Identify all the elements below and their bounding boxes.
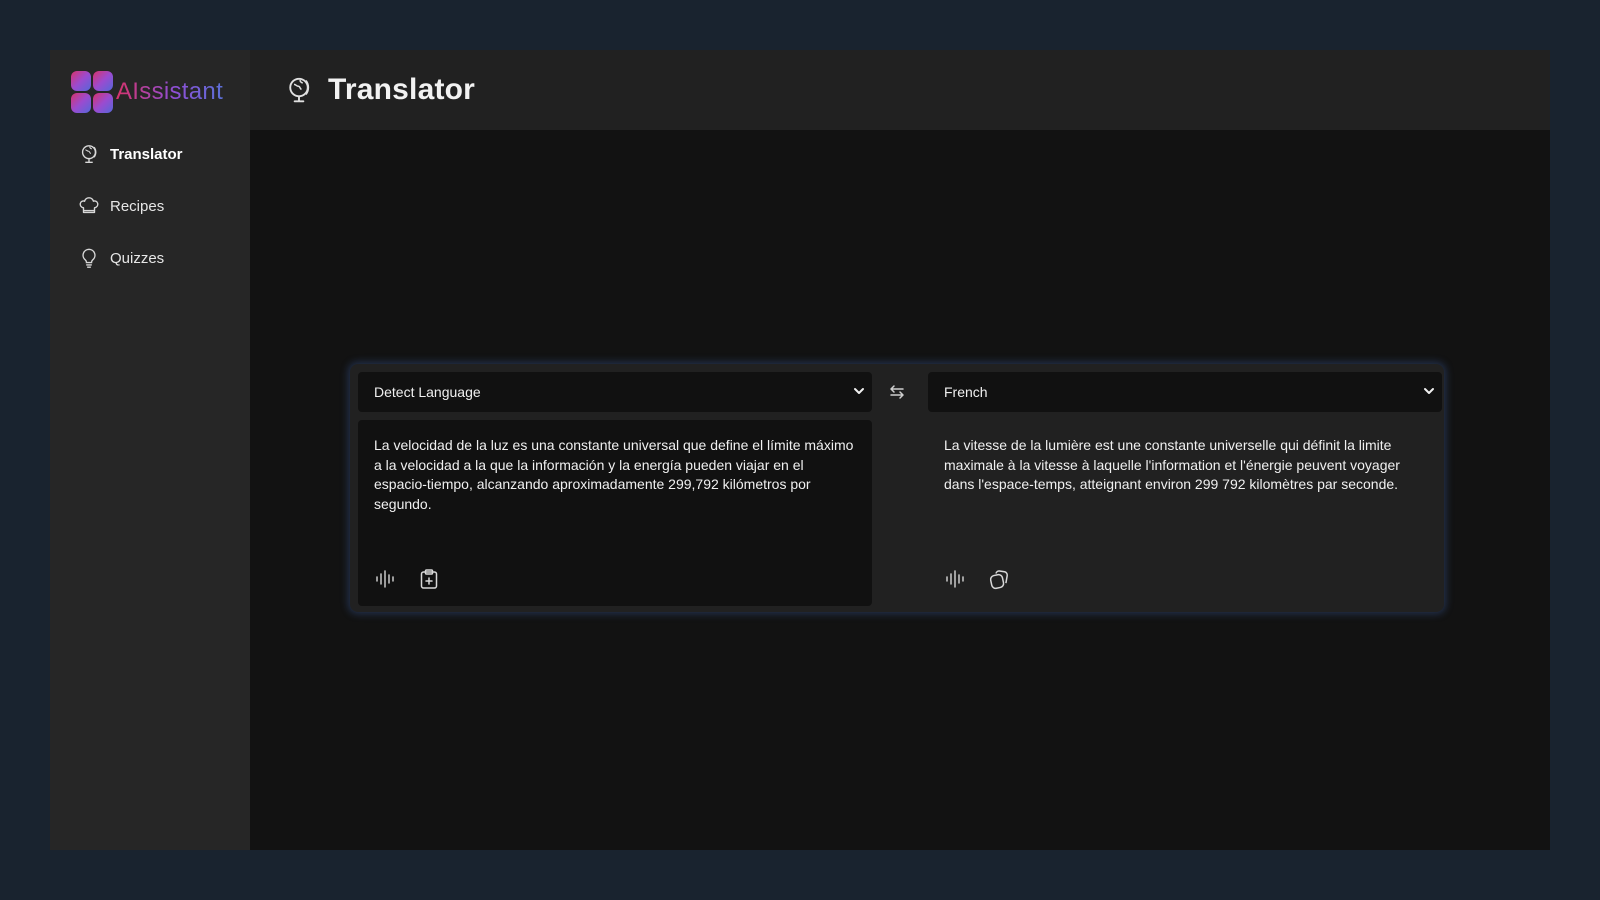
target-tools xyxy=(944,568,1032,590)
translator-panel: Detect Language French La velocidad de l… xyxy=(350,364,1444,612)
sidebar-item-translator[interactable]: Translator xyxy=(78,142,183,166)
page-header: Translator xyxy=(250,50,1550,130)
swap-languages-icon[interactable] xyxy=(887,382,907,402)
sidebar-item-recipes[interactable]: Recipes xyxy=(78,194,183,218)
audio-waveform-icon[interactable] xyxy=(374,568,396,590)
audio-waveform-icon[interactable] xyxy=(944,568,966,590)
globe-icon xyxy=(284,75,314,105)
source-language-value: Detect Language xyxy=(374,384,481,400)
logo-icon xyxy=(71,71,113,113)
app-logo[interactable]: AIssistant xyxy=(70,70,223,114)
sidebar: AIssistant Translator Recipes Quizzes xyxy=(50,50,250,850)
app-name: AIssistant xyxy=(116,78,224,105)
main-content: Translator Detect Language French La vel… xyxy=(250,50,1550,850)
paste-clipboard-icon[interactable] xyxy=(418,568,440,590)
sidebar-item-label: Recipes xyxy=(110,197,165,215)
sidebar-nav: Translator Recipes Quizzes xyxy=(78,142,183,298)
sidebar-item-label: Translator xyxy=(110,145,183,163)
target-language-value: French xyxy=(944,384,988,400)
copy-icon[interactable] xyxy=(988,568,1010,590)
chevron-down-icon xyxy=(854,388,864,394)
target-language-select[interactable]: French xyxy=(928,372,1442,412)
globe-icon xyxy=(78,143,100,165)
source-tools xyxy=(374,568,462,590)
chevron-down-icon xyxy=(1424,388,1434,394)
app-window: AIssistant Translator Recipes Quizzes Tr… xyxy=(50,50,1550,850)
chef-hat-icon xyxy=(78,195,100,217)
page-title: Translator xyxy=(328,73,476,106)
sidebar-item-quizzes[interactable]: Quizzes xyxy=(78,246,183,270)
source-text: La velocidad de la luz es una constante … xyxy=(374,437,854,512)
source-language-select[interactable]: Detect Language xyxy=(358,372,872,412)
translated-text: La vitesse de la lumière est une constan… xyxy=(944,437,1400,492)
sidebar-item-label: Quizzes xyxy=(110,249,165,267)
source-text-input[interactable]: La velocidad de la luz es una constante … xyxy=(358,420,872,606)
lightbulb-icon xyxy=(78,247,100,269)
translated-text-output: La vitesse de la lumière est une constan… xyxy=(928,420,1442,606)
